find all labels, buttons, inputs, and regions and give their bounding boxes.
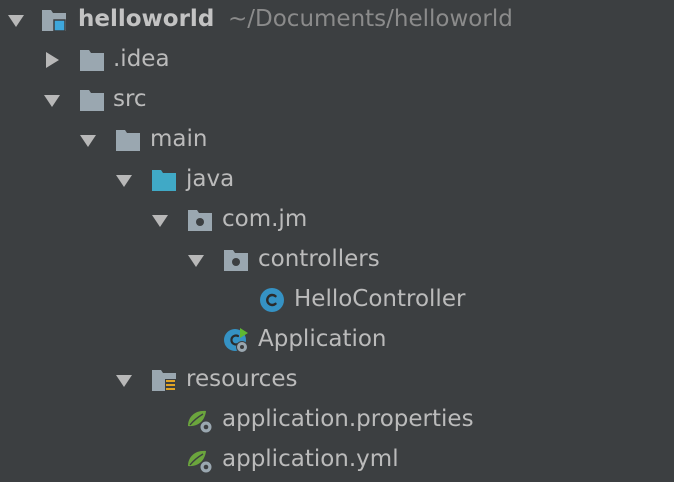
resources-folder-icon	[152, 370, 176, 392]
project-path: ~/Documents/helloworld	[228, 6, 513, 32]
module-folder-icon	[42, 10, 66, 32]
java-class-icon	[260, 288, 284, 312]
tree-label-application-properties: application.properties	[222, 406, 474, 432]
tree-label-application-yml: application.yml	[222, 446, 399, 472]
tree-row-application-yml[interactable]: application.yml	[0, 440, 674, 480]
chevron-down-icon[interactable]	[150, 210, 170, 230]
spring-config-icon	[188, 450, 213, 474]
chevron-down-icon[interactable]	[42, 90, 62, 110]
tree-label-controllers: controllers	[258, 246, 380, 272]
tree-row-main[interactable]: main	[0, 120, 674, 160]
project-name: helloworld	[78, 6, 215, 32]
chevron-down-icon[interactable]	[186, 250, 206, 270]
folder-icon	[80, 90, 104, 111]
tree-label-package: com.jm	[222, 206, 308, 232]
spring-config-icon	[188, 410, 213, 434]
tree-row-com-jm[interactable]: com.jm	[0, 200, 674, 240]
tree-row-idea[interactable]: .idea	[0, 40, 674, 80]
source-folder-icon	[152, 170, 176, 191]
chevron-down-icon[interactable]	[78, 130, 98, 150]
tree-label-java: java	[186, 166, 235, 192]
tree-label-src: src	[113, 86, 147, 112]
chevron-down-icon[interactable]	[114, 370, 134, 390]
tree-row-src[interactable]: src	[0, 80, 674, 120]
project-tree: helloworld ~/Documents/helloworld .idea …	[0, 0, 674, 482]
package-folder-icon	[188, 210, 212, 231]
package-folder-icon	[224, 250, 248, 271]
tree-row-java[interactable]: java	[0, 160, 674, 200]
tree-label-idea: .idea	[113, 46, 170, 72]
chevron-right-icon[interactable]	[42, 50, 62, 70]
tree-row-hello-controller[interactable]: HelloController	[0, 280, 674, 320]
tree-label-resources: resources	[186, 366, 298, 392]
tree-label-application: Application	[258, 326, 387, 352]
tree-row-controllers[interactable]: controllers	[0, 240, 674, 280]
tree-row-resources[interactable]: resources	[0, 360, 674, 400]
tree-label-main: main	[150, 126, 208, 152]
folder-icon	[116, 130, 140, 151]
tree-row-helloworld[interactable]: helloworld ~/Documents/helloworld	[0, 0, 674, 40]
tree-label-hello-controller: HelloController	[294, 286, 466, 312]
spring-boot-class-icon	[224, 328, 248, 353]
folder-icon	[80, 50, 104, 71]
tree-row-application[interactable]: Application	[0, 320, 674, 360]
chevron-down-icon[interactable]	[114, 170, 134, 190]
tree-row-application-properties[interactable]: application.properties	[0, 400, 674, 440]
chevron-down-icon[interactable]	[6, 10, 26, 30]
